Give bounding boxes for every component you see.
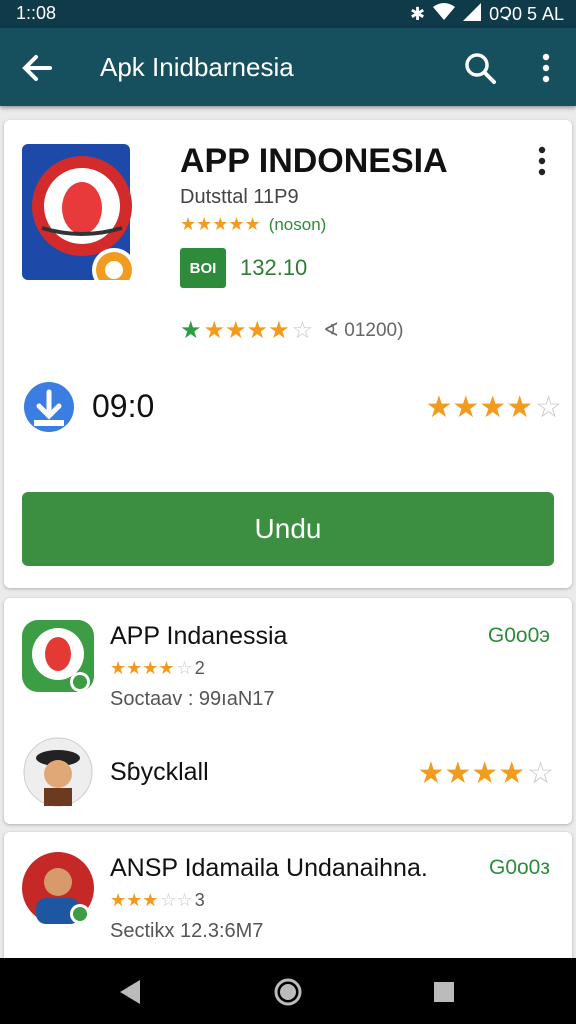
app-detail-card: APP INDONESIA Dutsttal 11P9 ★★★★★ (noson… [4,120,572,588]
more-options-icon[interactable] [530,48,562,88]
status-time: 1::08 [16,3,57,23]
kebab-menu-icon[interactable] [528,144,556,178]
star-icon: ★★★★ [203,317,290,344]
review-count: ∢ 01200) [323,320,404,341]
list-item-rating-text: 2 [194,658,205,678]
star-icon: ★★★★ [417,757,526,790]
star-icon: ★★★★ [425,391,534,424]
app-icon[interactable] [22,620,94,692]
large-rating-stars: ★★★★ ☆ [418,756,554,791]
star-outline-icon: ☆ [176,658,193,678]
related-apps-card: ANSP Idamaila Undanaihna. G0o0з ★★★ ☆☆ 3… [4,832,572,972]
star-icon: ★★★★ [110,658,175,678]
list-item-price: G0o0э [487,624,550,647]
install-count: 09:0 [92,388,155,424]
search-icon[interactable] [460,48,500,88]
list-item-rating-text: 3 [194,890,205,910]
signal-icon [463,3,482,26]
app-size: 132.10 [240,255,308,280]
avatar[interactable] [22,736,94,808]
developer-name: Dutsttal 11P9 [180,186,299,208]
system-nav-bar [0,958,576,1024]
recents-nav-icon[interactable] [424,972,464,1012]
status-right-text: 0Չ0 5 AL [489,4,564,24]
list-item-subtitle: Soctaav : 99ıaN17 [110,688,275,710]
rating-stars: ★★★★★ [180,214,261,234]
home-nav-icon[interactable] [268,972,308,1012]
list-item-rating: ★★★★ ☆ 2 [110,658,205,679]
star-outline-icon: ☆ [535,391,562,424]
list-item-title[interactable]: Sɓycklall [110,758,209,787]
back-arrow-icon[interactable] [18,48,58,88]
list-item-subtitle: Sectikx 12.3:6M7 [110,920,264,942]
list-item-price: G0o0з [488,856,550,879]
star-outline-icon: ☆☆ [160,890,193,910]
star-icon: ★ [180,317,202,344]
download-count-icon [22,378,76,434]
rating-small: ★★★★★ (noson) [180,214,326,235]
star-outline-icon: ☆ [291,317,314,344]
content-rating-badge: BOI [180,248,226,288]
install-button[interactable]: Undu [22,492,554,566]
status-icons: ✱ 0Չ0 5 AL [410,3,564,26]
app-bar: Apk Inidbarnesia [0,28,576,106]
app-icon[interactable] [22,852,94,924]
app-bar-title: Apk Inidbarnesia [100,52,294,82]
star-outline-icon: ☆ [527,757,554,790]
list-item-title[interactable]: ANSP Idamaila Undanaihna. [110,854,428,883]
rating-reviews: (noson) [268,214,327,234]
status-bar: 1::08 ✱ 0Չ0 5 AL [0,0,576,28]
app-icon [22,144,136,292]
rating-mid: ★ ★★★★ ☆ ∢ 01200) [180,316,403,345]
app-title: APP INDONESIA [180,142,448,180]
badge-row: BOI 132.10 [180,248,307,288]
large-rating-stars: ★★★★ ☆ [426,390,562,425]
list-item-rating: ★★★ ☆☆ 3 [110,890,205,911]
bluetooth-icon: ✱ [410,4,426,24]
install-info-row: 09:0 ★★★★ ☆ [22,378,562,438]
back-nav-icon[interactable] [110,972,150,1012]
star-icon: ★★★ [110,890,159,910]
related-apps-card: APP Indanessia G0o0э ★★★★ ☆ 2 Soctaav : … [4,598,572,824]
wifi-icon [433,3,456,26]
list-item-title[interactable]: APP Indanessia [110,622,287,651]
